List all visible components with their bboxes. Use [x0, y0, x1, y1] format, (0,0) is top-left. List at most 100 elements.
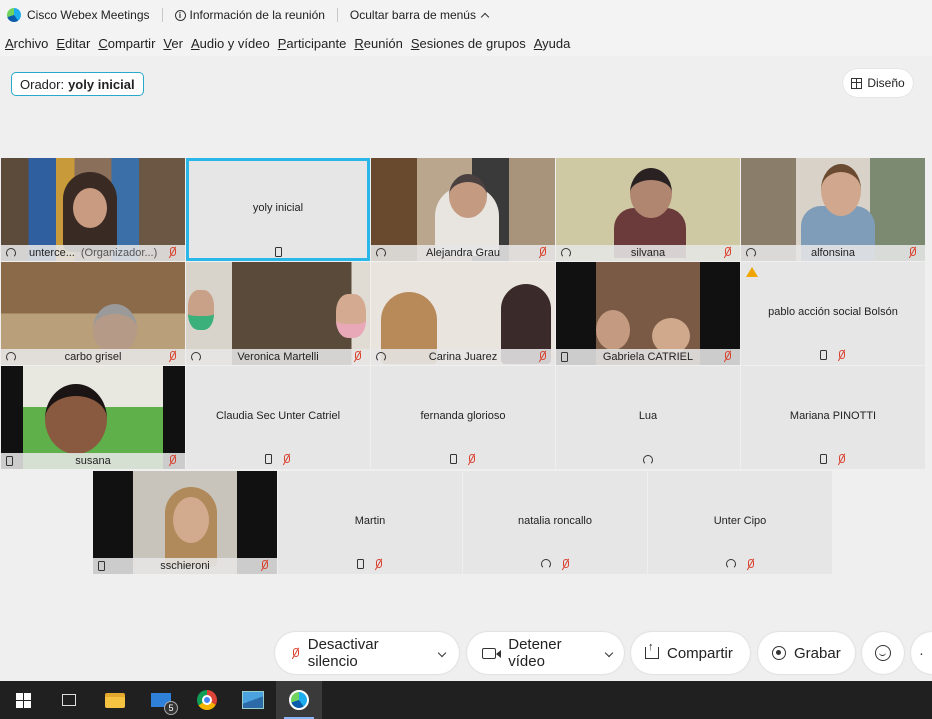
person-face [93, 304, 137, 354]
participant-name: alfonsina [810, 247, 856, 259]
muted-mic-icon [353, 351, 362, 362]
video-tile-unter-cipo[interactable]: Unter Cipo [648, 471, 832, 574]
headset-icon [6, 352, 16, 362]
participant-name: silvana [630, 247, 666, 259]
menu-reunion[interactable]: Reunión [354, 36, 402, 51]
video-tile-claudia-sec-unter-catriel[interactable]: Claudia Sec Unter Catriel [186, 366, 370, 469]
video-tile-mariana-pinotti[interactable]: Mariana PINOTTI [741, 366, 925, 469]
menu-sesiones-grupos[interactable]: Sesiones de grupos [411, 36, 526, 51]
muted-mic-icon [282, 454, 291, 465]
muted-mic-icon [260, 560, 269, 571]
status-icons [278, 559, 462, 570]
unmute-button[interactable]: Desactivar silencio [275, 632, 429, 674]
webex-taskbar-button[interactable] [276, 681, 322, 719]
participant-name: natalia roncallo [518, 515, 592, 527]
hide-menu-bar-label: Ocultar barra de menús [349, 8, 476, 22]
start-button[interactable] [0, 681, 46, 719]
name-bar: Veronica Martelli [186, 349, 370, 365]
webex-logo-icon [7, 8, 21, 22]
muted-mic-icon [746, 559, 755, 570]
video-tile-alejandra-grau[interactable]: Alejandra Grau [371, 158, 555, 261]
person-face [173, 497, 209, 543]
mail-button[interactable]: 5 [138, 681, 184, 719]
video-tile-veronica-martelli[interactable]: Veronica Martelli [186, 262, 370, 365]
chrome-icon [197, 690, 217, 710]
headset-icon [561, 248, 571, 258]
muted-mic-icon [538, 351, 547, 362]
video-tile-fernanda-glorioso[interactable]: fernanda glorioso [371, 366, 555, 469]
video-tile-martin[interactable]: Martin [278, 471, 462, 574]
menu-ver[interactable]: Ver [163, 36, 183, 51]
record-button[interactable]: Grabar [758, 632, 855, 674]
video-tile-alfonsina[interactable]: alfonsina [741, 158, 925, 261]
video-tile-lua[interactable]: Lua [556, 366, 740, 469]
stop-video-button[interactable]: Detener vídeo [467, 632, 597, 674]
person-face [188, 290, 214, 330]
video-tile-carbo-grisel[interactable]: carbo grisel [1, 262, 185, 365]
menu-editar[interactable]: Editar [56, 36, 90, 51]
task-view-button[interactable] [46, 681, 92, 719]
share-button[interactable]: Compartir [631, 632, 750, 674]
video-tile-natalia-roncallo[interactable]: natalia roncallo [463, 471, 647, 574]
headset-icon [540, 559, 551, 569]
menu-compartir[interactable]: Compartir [98, 36, 155, 51]
title-bar: Cisco Webex Meetings i Información de la… [0, 0, 932, 30]
menu-audio-video[interactable]: Audio y vídeo [191, 36, 270, 51]
photos-button[interactable] [230, 681, 276, 719]
video-tile-silvana[interactable]: silvana [556, 158, 740, 261]
file-explorer-button[interactable] [92, 681, 138, 719]
video-tile-sschieroni[interactable]: sschieroni [93, 471, 277, 574]
video-tile-carina-juarez[interactable]: Carina Juarez [371, 262, 555, 365]
headset-icon [725, 559, 736, 569]
reactions-button[interactable] [862, 632, 904, 674]
share-icon [645, 641, 659, 659]
menu-bar: Archivo Editar Compartir Ver Audio y víd… [0, 30, 932, 56]
muted-mic-icon [168, 455, 177, 466]
name-bar: alfonsina [741, 245, 925, 261]
phone-icon [450, 454, 457, 464]
video-options-dropdown[interactable] [597, 632, 621, 674]
menu-ayuda[interactable]: Ayuda [534, 36, 571, 51]
warning-icon [746, 267, 758, 277]
task-view-icon [62, 694, 76, 706]
chrome-button[interactable] [184, 681, 230, 719]
status-icons [463, 559, 647, 570]
muted-mic-icon [168, 247, 177, 258]
muted-mic-icon [291, 647, 300, 659]
smiley-icon [875, 645, 891, 661]
muted-mic-icon [168, 351, 177, 362]
name-bar: Carina Juarez [371, 349, 555, 365]
muted-mic-icon [837, 350, 846, 361]
chevron-down-icon [604, 648, 614, 658]
mail-badge: 5 [164, 701, 178, 715]
video-tile-susana[interactable]: susana [1, 366, 185, 469]
headset-icon [376, 248, 386, 258]
menu-archivo[interactable]: Archivo [5, 36, 48, 51]
phone-icon [357, 559, 364, 569]
webex-icon [289, 690, 309, 710]
video-tile-gabriela-catriel[interactable]: Gabriela CATRIEL [556, 262, 740, 365]
muted-mic-icon [723, 247, 732, 258]
record-label: Grabar [794, 644, 841, 662]
status-icons [371, 454, 555, 465]
participant-role: (Organizador...) [80, 247, 158, 259]
video-tile-pablo-accion-social[interactable]: pablo acción social Bolsón [741, 262, 925, 365]
divider [161, 8, 163, 22]
menu-participante[interactable]: Participante [278, 36, 347, 51]
status-icons [741, 454, 925, 465]
audio-options-dropdown[interactable] [429, 632, 455, 674]
unmute-control: Desactivar silencio [275, 632, 459, 674]
hide-menu-bar-button[interactable]: Ocultar barra de menús [349, 8, 490, 22]
name-bar: Gabriela CATRIEL [556, 349, 740, 365]
participant-name: Lua [638, 410, 658, 422]
video-tile-yoly-inicial[interactable]: yoly inicial [186, 158, 370, 261]
name-bar: susana [1, 453, 185, 469]
camera-icon [482, 647, 502, 659]
video-tile-unterce[interactable]: unterce... (Organizador...) [1, 158, 185, 261]
headset-icon [6, 248, 16, 258]
participant-name: carbo grisel [64, 351, 122, 363]
name-bar: carbo grisel [1, 349, 185, 365]
layout-button[interactable]: Diseño [843, 69, 913, 97]
speaker-name: yoly inicial [68, 76, 135, 92]
meeting-info-button[interactable]: i Información de la reunión [174, 8, 325, 22]
